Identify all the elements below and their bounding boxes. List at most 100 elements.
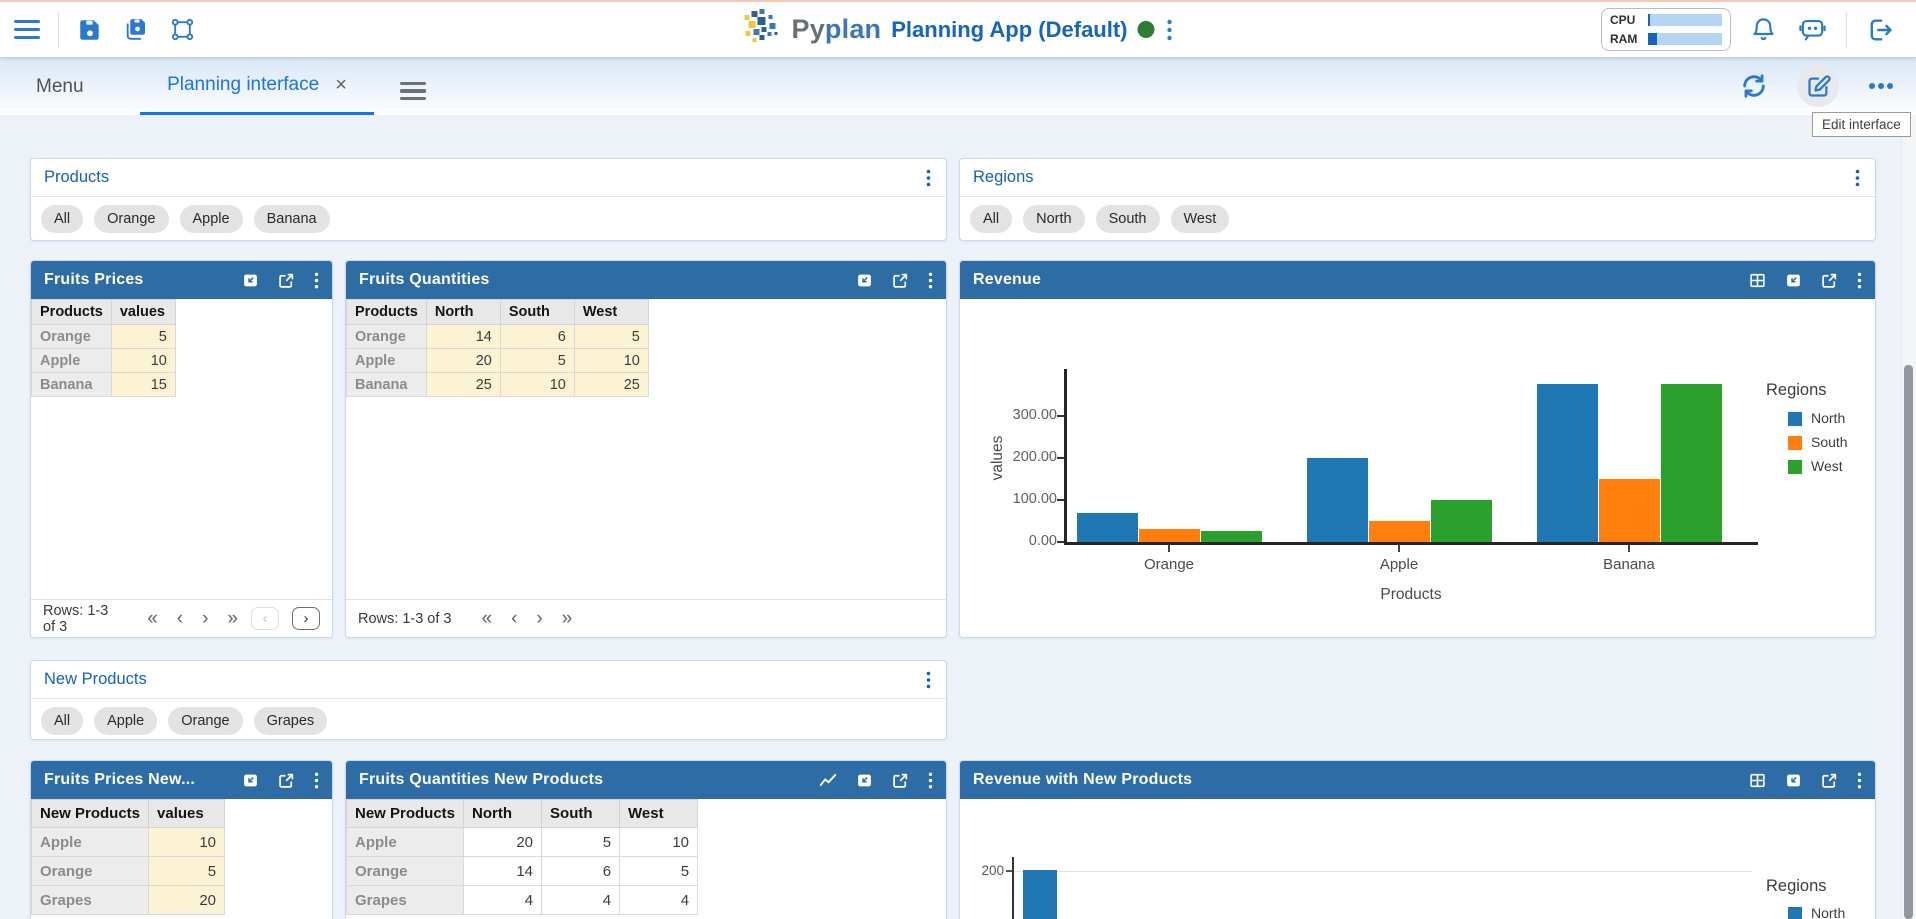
legend-label-north[interactable]: North — [1811, 410, 1845, 426]
cell-value[interactable]: 5 — [500, 349, 574, 373]
open-window-button[interactable] — [242, 772, 259, 789]
cell-value[interactable]: 14 — [464, 857, 542, 886]
product-chip-banana[interactable]: Banana — [254, 205, 330, 233]
cell-value[interactable]: 25 — [574, 373, 648, 397]
cell-value[interactable]: 5 — [620, 857, 698, 886]
legend-swatch-north[interactable] — [1788, 412, 1802, 426]
column-page-next-button[interactable]: › — [292, 607, 320, 630]
open-external-button[interactable] — [892, 772, 909, 789]
legend-swatch-south[interactable] — [1788, 436, 1802, 450]
product-chip-apple[interactable]: Apple — [180, 205, 243, 233]
tab-planning-interface[interactable]: Planning interface × — [140, 57, 374, 115]
cell-value[interactable]: 5 — [149, 857, 225, 886]
cell-value[interactable]: 4 — [542, 886, 620, 915]
cell-value[interactable]: 6 — [500, 325, 574, 349]
cell-value[interactable]: 10 — [149, 828, 225, 857]
page-last-icon[interactable]: » — [562, 609, 573, 628]
page-first-icon[interactable]: « — [482, 609, 493, 628]
bar-banana-north[interactable] — [1537, 384, 1598, 542]
bar-orange-south[interactable] — [1139, 529, 1200, 542]
table-view-button[interactable] — [1749, 772, 1766, 789]
cell-value[interactable]: 20 — [149, 886, 225, 915]
cell-value[interactable]: 5 — [574, 325, 648, 349]
new-product-chip-grapes[interactable]: Grapes — [254, 707, 328, 735]
more-actions-button[interactable] — [1866, 80, 1896, 92]
widget-menu-button[interactable] — [928, 772, 933, 789]
legend-swatch-north[interactable] — [1788, 907, 1802, 919]
interface-list-button[interactable] — [398, 75, 428, 107]
region-chip-all[interactable]: All — [970, 205, 1012, 233]
selection-tool-button[interactable] — [168, 15, 197, 44]
new-product-chip-orange[interactable]: Orange — [168, 707, 242, 735]
cell-value[interactable]: 4 — [620, 886, 698, 915]
open-window-button[interactable] — [856, 272, 873, 289]
open-external-button[interactable] — [278, 772, 295, 789]
cell-value[interactable]: 25 — [426, 373, 500, 397]
page-first-icon[interactable]: « — [147, 609, 158, 628]
widget-menu-button[interactable] — [928, 272, 933, 289]
page-prev-icon[interactable]: ‹ — [511, 609, 517, 628]
cell-value[interactable]: 10 — [500, 373, 574, 397]
app-menu-button[interactable] — [1165, 17, 1175, 43]
cell-value[interactable]: 14 — [426, 325, 500, 349]
open-external-button[interactable] — [278, 272, 295, 289]
bar-banana-west[interactable] — [1661, 384, 1722, 542]
cell-value[interactable]: 5 — [111, 325, 175, 349]
bar-north[interactable] — [1023, 870, 1057, 919]
widget-menu-button[interactable] — [1857, 772, 1862, 789]
open-external-button[interactable] — [892, 272, 909, 289]
save-button[interactable] — [75, 15, 105, 45]
page-next-icon[interactable]: › — [536, 609, 542, 628]
cell-value[interactable]: 4 — [464, 886, 542, 915]
cell-value[interactable]: 20 — [464, 828, 542, 857]
cell-value[interactable]: 15 — [111, 373, 175, 397]
legend-swatch-west[interactable] — [1788, 460, 1802, 474]
open-window-button[interactable] — [1785, 772, 1802, 789]
bar-orange-west[interactable] — [1201, 531, 1262, 542]
product-chip-all[interactable]: All — [41, 205, 83, 233]
new-product-chip-apple[interactable]: Apple — [94, 707, 157, 735]
widget-menu-button[interactable] — [314, 272, 319, 289]
page-scrollbar[interactable] — [1901, 115, 1916, 919]
page-next-icon[interactable]: › — [202, 609, 208, 628]
cell-value[interactable]: 10 — [574, 349, 648, 373]
cell-value[interactable]: 20 — [426, 349, 500, 373]
bar-apple-south[interactable] — [1369, 521, 1430, 542]
bar-banana-south[interactable] — [1599, 479, 1660, 542]
panel-menu-button[interactable] — [1853, 167, 1862, 189]
widget-menu-button[interactable] — [314, 772, 319, 789]
assistant-button[interactable] — [1796, 13, 1829, 46]
bar-orange-north[interactable] — [1077, 513, 1138, 542]
region-chip-south[interactable]: South — [1096, 205, 1160, 233]
scrollbar-thumb[interactable] — [1904, 365, 1913, 919]
panel-menu-button[interactable] — [924, 669, 933, 691]
cell-value[interactable]: 6 — [542, 857, 620, 886]
bar-apple-west[interactable] — [1431, 500, 1492, 542]
new-product-chip-all[interactable]: All — [41, 707, 83, 735]
chart-view-button[interactable] — [819, 771, 837, 789]
page-last-icon[interactable]: » — [227, 609, 238, 628]
main-menu-button[interactable] — [12, 14, 42, 46]
open-window-button[interactable] — [242, 272, 259, 289]
panel-menu-button[interactable] — [924, 167, 933, 189]
table-view-button[interactable] — [1749, 272, 1766, 289]
cell-value[interactable]: 5 — [542, 828, 620, 857]
cell-value[interactable]: 10 — [620, 828, 698, 857]
menu-nav[interactable]: Menu — [36, 76, 84, 98]
product-chip-orange[interactable]: Orange — [94, 205, 168, 233]
legend-label-south[interactable]: South — [1811, 434, 1848, 450]
legend-label-north[interactable]: North — [1811, 905, 1845, 919]
edit-interface-button[interactable] — [1803, 71, 1834, 102]
region-chip-north[interactable]: North — [1023, 205, 1084, 233]
cell-value[interactable]: 10 — [111, 349, 175, 373]
page-prev-icon[interactable]: ‹ — [177, 609, 183, 628]
save-all-button[interactable] — [121, 14, 152, 45]
column-page-prev-button[interactable]: ‹ — [251, 607, 279, 630]
logout-button[interactable] — [1864, 14, 1896, 46]
bar-apple-north[interactable] — [1307, 458, 1368, 542]
notifications-button[interactable] — [1748, 14, 1779, 45]
open-window-button[interactable] — [856, 772, 873, 789]
widget-menu-button[interactable] — [1857, 272, 1862, 289]
tab-close-icon[interactable]: × — [335, 75, 347, 95]
refresh-button[interactable] — [1738, 70, 1770, 102]
